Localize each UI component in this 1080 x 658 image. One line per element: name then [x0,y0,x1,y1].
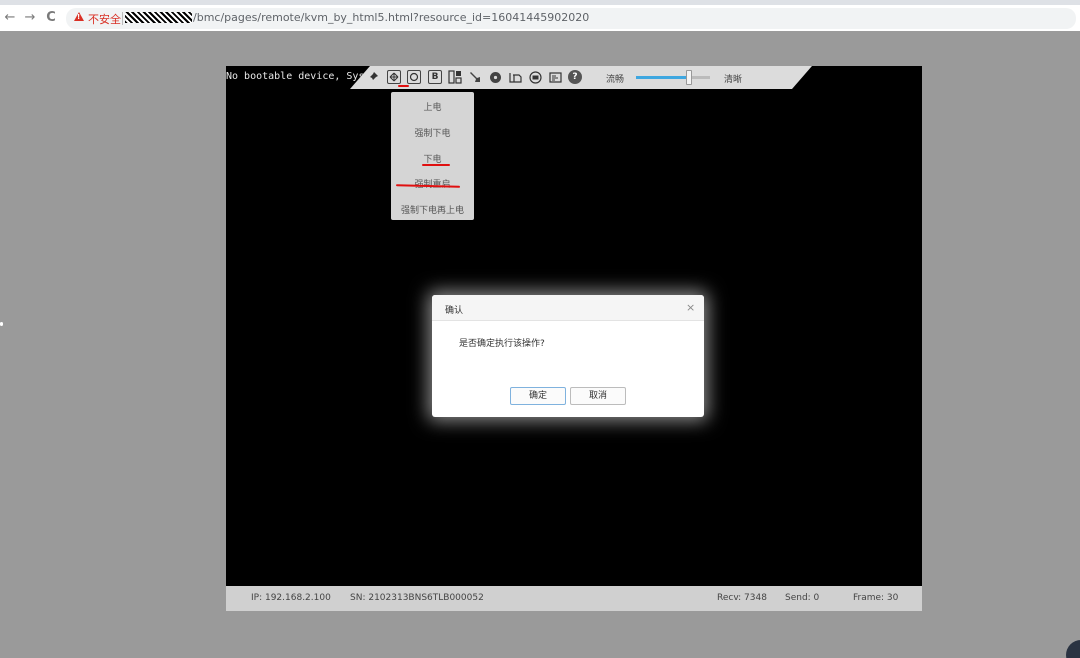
annotation-underline [422,164,450,166]
quality-smooth-label: 流畅 [606,75,625,85]
floating-assistant-button[interactable] [1066,640,1080,658]
dialog-message: 是否确定执行该操作? [459,339,545,349]
status-recv: Recv: 7348 [717,593,767,603]
record-icon[interactable] [508,70,522,84]
power-menu: 上电 强制下电 下电 强制重启 强制下电再上电 [391,92,474,220]
disc-icon[interactable] [488,70,502,84]
security-label[interactable]: 不安全 [88,11,121,27]
mouse-icon[interactable] [468,70,482,84]
close-icon[interactable]: × [686,302,695,314]
quality-slider-fill [636,76,689,79]
keyboard-icon[interactable] [448,70,462,84]
help-icon[interactable]: ? [568,70,582,84]
menu-item-power-on[interactable]: 上电 [391,100,474,113]
quality-slider[interactable] [636,76,710,79]
annotation-underline [398,85,409,87]
redacted-host [125,12,192,23]
console-text: No bootable device, Sys [226,71,365,82]
quality-clear-label: 清晰 [724,75,743,85]
boot-b-icon[interactable]: B [428,70,442,84]
reload-button[interactable]: C [43,10,59,26]
status-frame: Frame: 30 [853,593,899,603]
power-icon[interactable] [407,70,421,84]
screenshot-icon[interactable] [548,70,562,84]
cancel-button[interactable]: 取消 [570,387,626,405]
back-button[interactable]: ← [2,10,18,26]
video-icon[interactable] [528,70,542,84]
status-sn: SN: 2102313BNS6TLB000052 [350,593,484,603]
edge-marker [0,322,3,326]
warning-icon [74,12,84,21]
url-text[interactable]: /bmc/pages/remote/kvm_by_html5.html?reso… [193,11,589,24]
forward-button[interactable]: → [22,10,38,26]
dialog-header: 确认 × [432,295,704,321]
menu-item-force-off[interactable]: 强制下电 [391,126,474,139]
quality-slider-thumb[interactable] [686,70,692,85]
browser-toolbar: ← → C 不安全 /bmc/pages/remote/kvm_by_html5… [0,0,1080,31]
divider [122,12,123,25]
menu-item-force-cycle[interactable]: 强制下电再上电 [391,203,474,216]
confirm-dialog: 确认 × 是否确定执行该操作? 确定 取消 [432,295,704,417]
dialog-title: 确认 [445,306,464,316]
confirm-button[interactable]: 确定 [510,387,566,405]
status-bar: IP: 192.168.2.100 SN: 2102313BNS6TLB0000… [226,586,922,611]
pin-icon[interactable] [366,70,380,84]
tab-strip [0,0,1080,5]
fullscreen-icon[interactable] [387,70,401,84]
status-ip: IP: 192.168.2.100 [251,593,331,603]
kvm-toolbar: B ? 流畅 清晰 [350,66,812,89]
address-bar[interactable]: 不安全 /bmc/pages/remote/kvm_by_html5.html?… [66,8,1076,29]
status-send: Send: 0 [785,593,820,603]
